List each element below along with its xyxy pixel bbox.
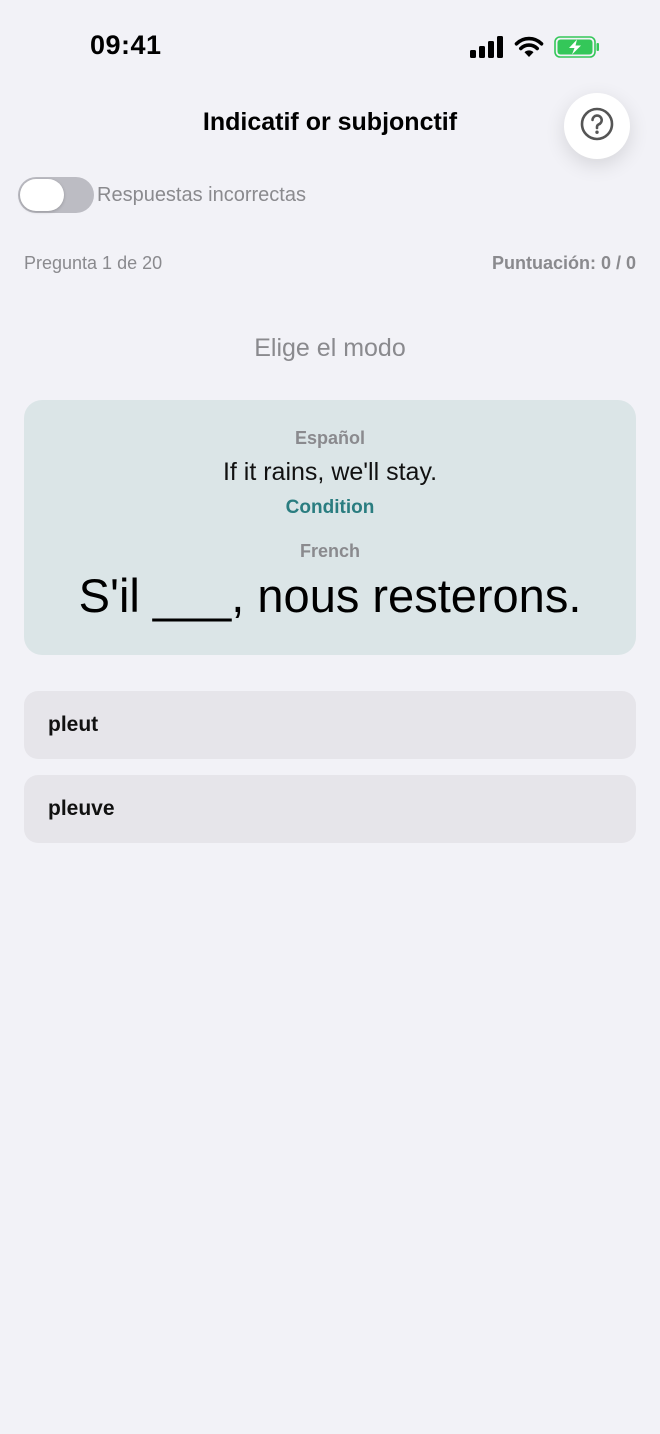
question-circle-icon (579, 106, 615, 147)
incorrect-answers-toggle[interactable] (18, 177, 94, 213)
source-language-label: Español (294, 428, 365, 448)
progress-row: Pregunta 1 de 20 Puntuación: 0 / 0 (24, 253, 636, 274)
page-title: Indicatif or subjonctif (202, 108, 458, 136)
instruction-text: Elige el modo (254, 334, 406, 362)
status-icons (470, 36, 600, 63)
battery-charging-icon (554, 36, 600, 63)
target-sentence: S'il ___, nous resterons. (78, 569, 582, 622)
target-language-label: French (299, 541, 360, 561)
incorrect-answers-label: Respuestas incorrectas (97, 183, 306, 206)
wifi-icon (514, 36, 544, 63)
answer-option-label: pleuve (48, 797, 115, 820)
answer-option-pleut[interactable]: pleut (24, 691, 636, 759)
status-bar: 09:41 (0, 0, 660, 96)
question-counter: Pregunta 1 de 20 (24, 253, 163, 273)
toggle-knob (20, 179, 64, 211)
status-time: 09:41 (90, 30, 162, 60)
answer-option-label: pleut (48, 713, 99, 736)
question-card: Español If it rains, we'll stay. Conditi… (24, 400, 636, 655)
answer-option-pleuve[interactable]: pleuve (24, 775, 636, 843)
clue-label: Condition (285, 497, 375, 518)
score-counter: Puntuación: 0 / 0 (491, 253, 636, 273)
incorrect-answers-filter: Respuestas incorrectas (18, 177, 306, 213)
cellular-signal-icon (470, 36, 504, 63)
source-sentence: If it rains, we'll stay. (222, 458, 438, 486)
help-button[interactable] (564, 93, 630, 159)
